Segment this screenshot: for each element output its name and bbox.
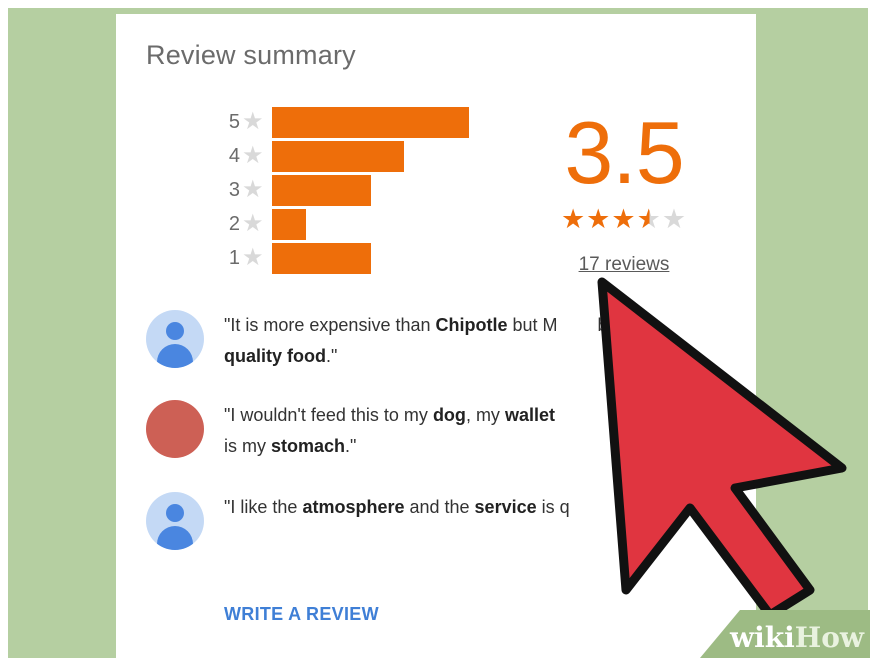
wikihow-watermark: wikiHow [700, 610, 870, 658]
wikihow-logo: wikiHow [729, 621, 864, 654]
pointer-arrow-icon [597, 277, 847, 620]
